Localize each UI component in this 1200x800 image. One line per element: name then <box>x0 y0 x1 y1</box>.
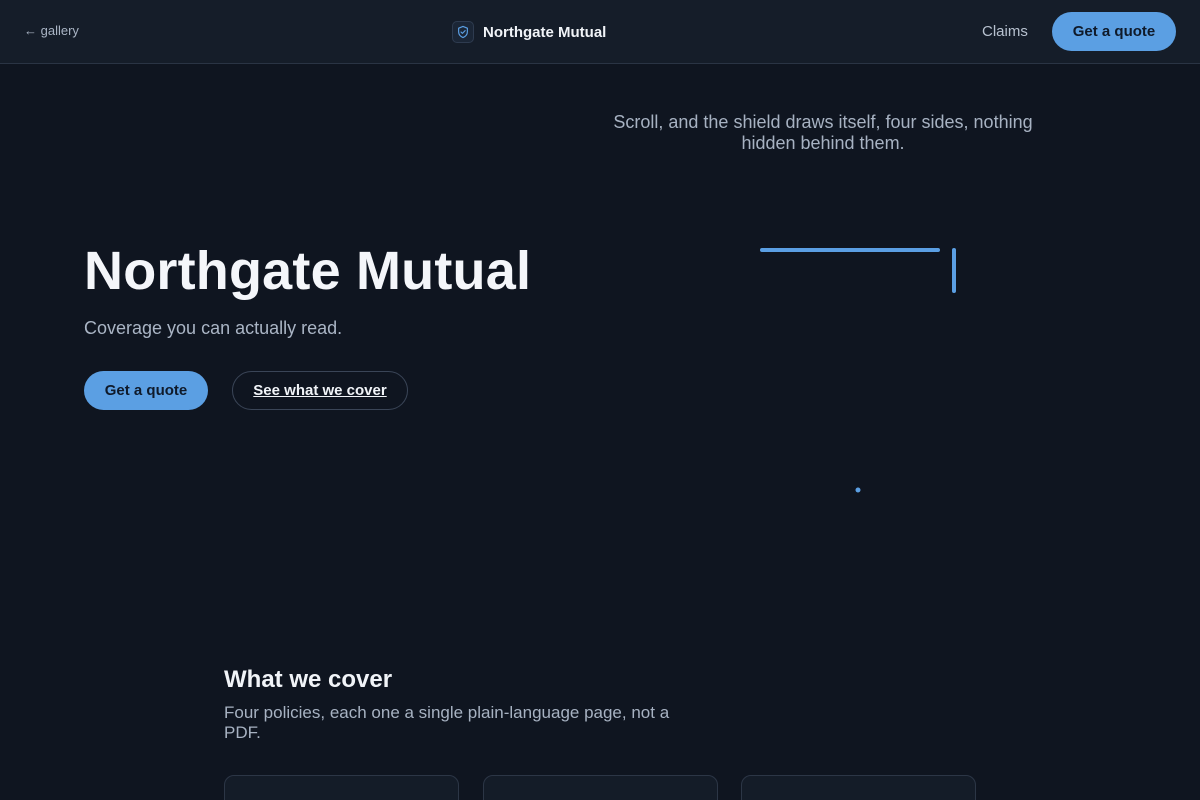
coverage-description: Four policies, each one a single plain-l… <box>224 703 670 742</box>
brand-name: Northgate Mutual <box>483 23 607 41</box>
shield-drawing-animation <box>760 248 956 493</box>
policy-card[interactable] <box>483 775 718 800</box>
coverage-title: What we cover <box>224 666 393 693</box>
top-navigation-bar: ← gallery Northgate Mutual Claims Get a … <box>0 0 1200 64</box>
nav-get-quote-button[interactable]: Get a quote <box>1052 12 1176 51</box>
policy-card[interactable] <box>224 775 459 800</box>
shield-check-icon <box>452 21 474 43</box>
shield-bottom-point <box>855 487 861 493</box>
brand[interactable]: Northgate Mutual <box>452 20 606 44</box>
shield-caption: Scroll, and the shield draws itself, fou… <box>613 112 1033 153</box>
policy-card[interactable] <box>741 775 976 800</box>
see-what-we-cover-button[interactable]: See what we cover <box>232 371 408 410</box>
hero-subtitle: Coverage you can actually read. <box>84 318 343 338</box>
hero-title: Northgate Mutual <box>84 241 532 301</box>
nav-link-claims[interactable]: Claims <box>982 23 1028 40</box>
hero-get-quote-button[interactable]: Get a quote <box>84 371 208 410</box>
back-to-gallery-link[interactable]: ← gallery <box>24 23 79 38</box>
